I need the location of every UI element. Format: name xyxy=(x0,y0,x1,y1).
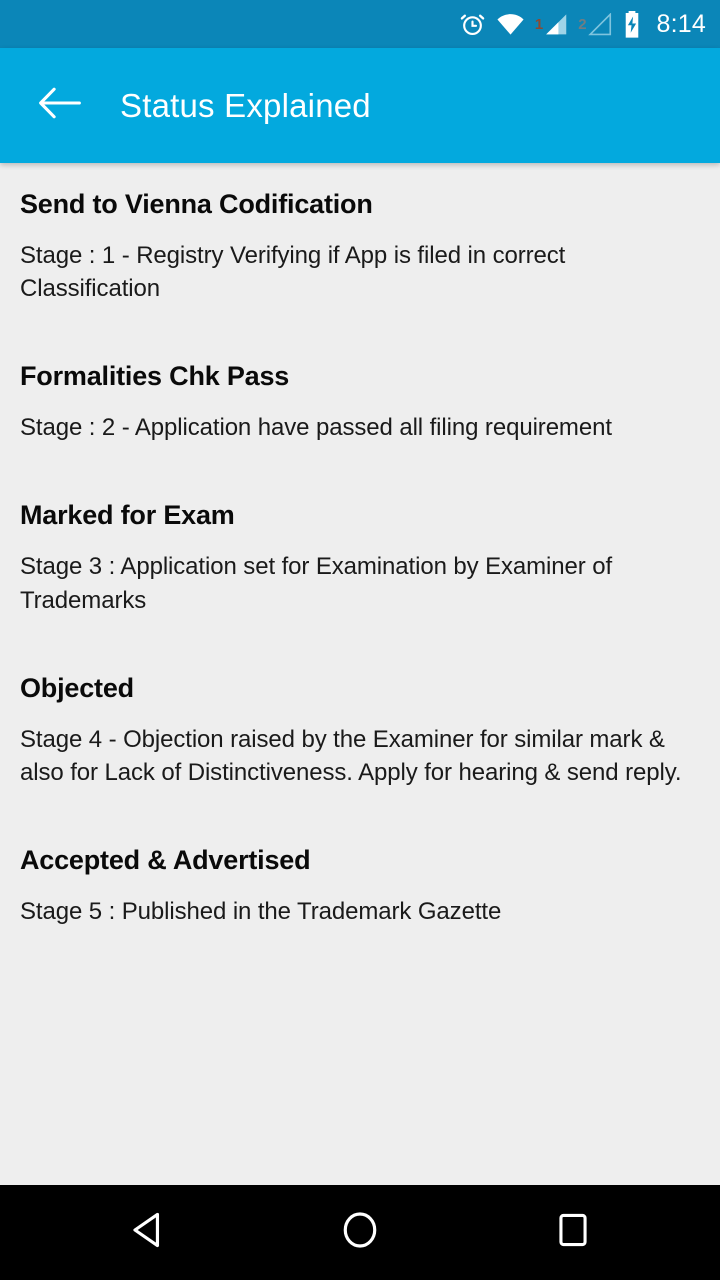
status-entry-description: Stage : 1 - Registry Verifying if App is… xyxy=(20,242,566,303)
status-entry-title: Send to Vienna Codification xyxy=(20,189,373,219)
status-entry-title: Formalities Chk Pass xyxy=(20,361,290,392)
sim2-signal-icon: 2 xyxy=(578,12,611,36)
status-entry-title: Objected xyxy=(20,672,134,703)
status-entry-title: Accepted & Advertised xyxy=(20,844,311,875)
recents-square-icon xyxy=(556,1211,590,1254)
sim1-signal-icon: 1 xyxy=(535,13,568,36)
status-entry-description: Stage 5 : Published in the Trademark Gaz… xyxy=(20,898,502,925)
status-entry-description: Stage 4 - Objection raised by the Examin… xyxy=(20,725,682,786)
status-bar: 1 2 8:14 xyxy=(0,0,720,48)
app-bar: Status Explained xyxy=(0,48,720,163)
battery-charging-icon xyxy=(622,10,642,39)
status-entry: Objected Stage 4 - Objection raised by t… xyxy=(20,673,700,789)
sim1-label: 1 xyxy=(534,15,544,33)
alarm-icon xyxy=(459,11,486,38)
status-entry: Send to Vienna Codification Stage : 1 - … xyxy=(20,189,700,305)
nav-back-button[interactable] xyxy=(97,1185,197,1280)
arrow-left-icon xyxy=(38,86,82,125)
status-explanation-list: Send to Vienna Codification Stage : 1 - … xyxy=(0,163,720,1185)
status-entry: Accepted & Advertised Stage 5 : Publishe… xyxy=(20,845,700,928)
page-title: Status Explained xyxy=(120,86,371,124)
clock-time: 8:14 xyxy=(656,9,706,38)
wifi-icon xyxy=(496,12,525,36)
home-circle-icon xyxy=(341,1211,379,1254)
back-button[interactable] xyxy=(34,80,86,132)
back-triangle-icon xyxy=(129,1211,165,1254)
nav-recents-button[interactable] xyxy=(523,1185,623,1280)
status-entry-title: Marked for Exam xyxy=(20,500,235,531)
status-entry-description: Stage 3 : Application set for Examinatio… xyxy=(20,553,613,614)
android-navigation-bar xyxy=(0,1185,720,1280)
sim2-label: 2 xyxy=(578,15,587,33)
status-entry: Marked for Exam Stage 3 : Application se… xyxy=(20,500,700,616)
status-entry-description: Stage : 2 - Application have passed all … xyxy=(20,414,612,442)
status-entry: Formalities Chk Pass Stage : 2 - Applica… xyxy=(20,361,700,444)
app-screen: 1 2 8:14 Status Explained Send to Vienna… xyxy=(0,0,720,1280)
nav-home-button[interactable] xyxy=(310,1185,410,1280)
